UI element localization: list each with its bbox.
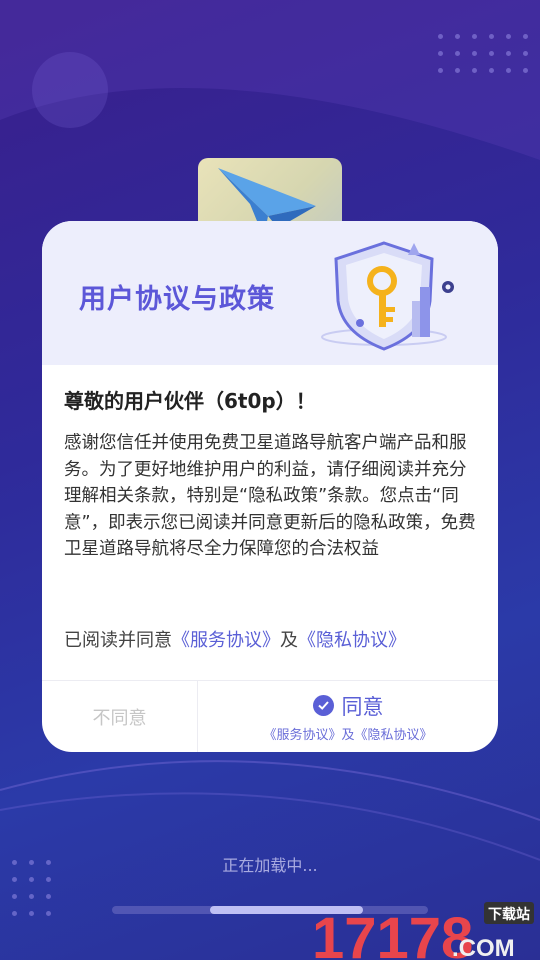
agree-main: 同意: [312, 691, 384, 721]
dialog-footer: 不同意 同意 《服务协议》及《隐私协议》: [42, 680, 498, 752]
loading-text: 正在加载中...: [222, 856, 318, 875]
and-text: 及: [280, 630, 298, 651]
watermark-tag: 下载站: [488, 906, 530, 923]
watermark-suffix: .COM: [452, 935, 515, 960]
agree-label: 同意: [341, 694, 384, 719]
decorative-dots-top: [438, 34, 528, 73]
site-watermark-logo: 17178 .COM 下载站: [312, 902, 534, 960]
agree-prefix: 已阅读并同意: [64, 630, 172, 651]
agree-sub-label: 《服务协议》及《隐私协议》: [263, 727, 433, 743]
agreement-statement: 已阅读并同意《服务协议》及《隐私协议》: [64, 626, 406, 652]
privacy-policy-dialog: 用户协议与政策 尊敬的用户伙伴（6t0p）！ 感谢您信任并使用免费卫星道路导航客…: [42, 221, 498, 752]
privacy-agreement-link[interactable]: 《隐私协议》: [298, 630, 406, 651]
disagree-button[interactable]: 不同意: [42, 681, 198, 752]
shield-key-icon: [321, 241, 454, 351]
watermark-brand: 17178: [312, 906, 473, 960]
dialog-title: 用户协议与政策: [79, 284, 275, 315]
agree-button[interactable]: 同意 《服务协议》及《隐私协议》: [198, 681, 498, 752]
policy-description: 感谢您信任并使用免费卫星道路导航客户端产品和服务。为了更好地维护用户的利益，请仔…: [64, 433, 476, 559]
dialog-header: 用户协议与政策: [42, 221, 498, 365]
greeting-text: 尊敬的用户伙伴（6t0p）！: [64, 389, 316, 413]
service-agreement-link[interactable]: 《服务协议》: [172, 630, 280, 651]
check-icon: [312, 695, 334, 716]
